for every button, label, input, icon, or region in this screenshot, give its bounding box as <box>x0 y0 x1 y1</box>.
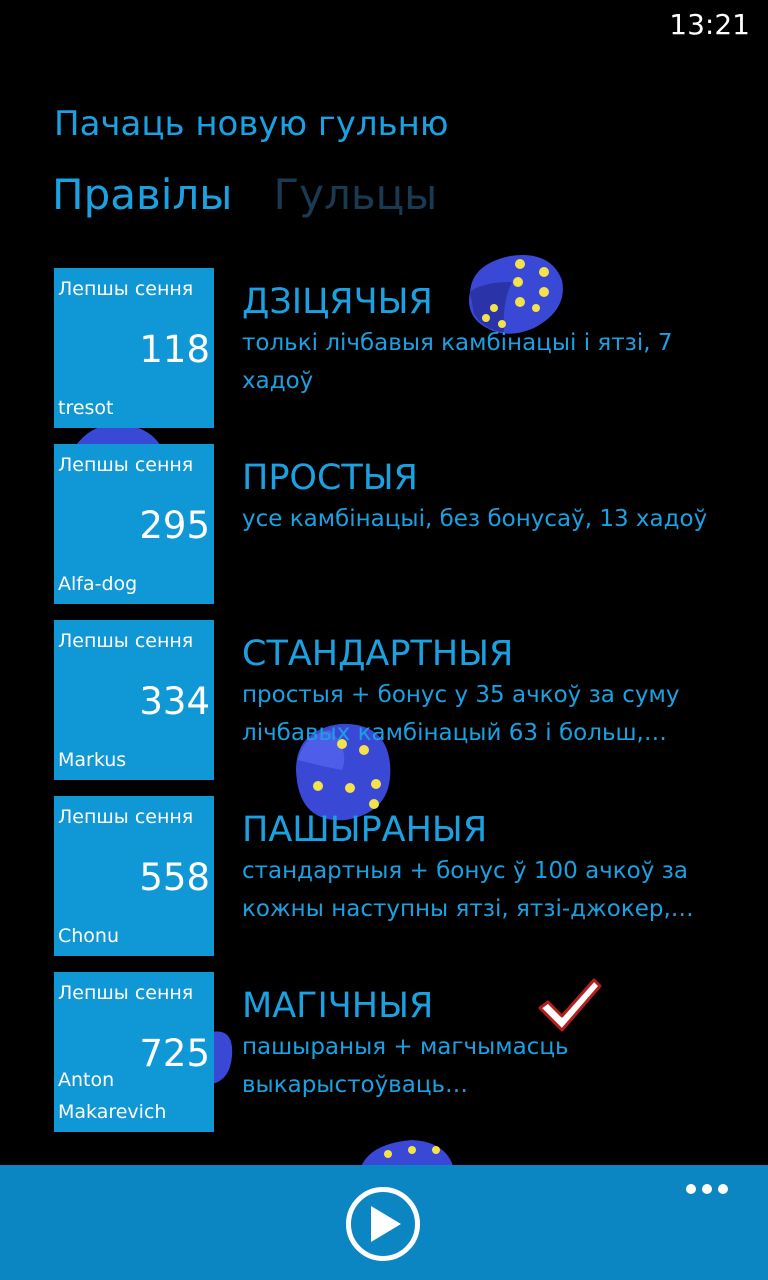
checkmark-icon <box>538 978 602 1032</box>
best-score: 295 <box>139 504 210 547</box>
list-item[interactable]: Лепшы сення 118 tresot ДЗІЦЯЧЫЯ толькі л… <box>54 268 744 444</box>
mode-title: ПАШЫРАНЫЯ <box>242 810 488 850</box>
mode-description: пашыраныя + магчымасць выкарыстоўваць… <box>242 1034 569 1098</box>
mode-title: СТАНДАРТНЫЯ <box>242 634 514 674</box>
best-today-tile: Лепшы сення 295 Alfa-dog <box>54 444 214 604</box>
player-name: tresot <box>58 397 114 419</box>
list-item[interactable]: Лепшы сення 334 Markus СТАНДАРТНЫЯ прост… <box>54 620 744 796</box>
list-item[interactable]: Лепшы сення 558 Chonu ПАШЫРАНЫЯ стандарт… <box>54 796 744 972</box>
more-icon[interactable] <box>686 1179 734 1199</box>
tab-rules[interactable]: Правілы <box>52 170 232 219</box>
play-icon <box>371 1206 401 1242</box>
best-today-label: Лепшы сення <box>58 630 194 652</box>
best-today-label: Лепшы сення <box>58 278 194 300</box>
clock: 13:21 <box>669 8 750 41</box>
page-title: Пачаць новую гульню <box>54 104 449 144</box>
mode-description: стандартныя + бонус ў 100 ачкоў за кожны… <box>242 858 694 922</box>
best-today-label: Лепшы сення <box>58 982 194 1004</box>
best-today-tile: Лепшы сення 118 tresot <box>54 268 214 428</box>
mode-description: усе камбінацыі, без бонусаў, 13 хадоў <box>242 506 708 532</box>
play-button[interactable] <box>346 1187 420 1261</box>
best-today-tile: Лепшы сення 725 Anton Makarevich <box>54 972 214 1132</box>
status-bar: 13:21 <box>0 0 768 50</box>
best-today-label: Лепшы сення <box>58 806 194 828</box>
list-item[interactable]: Лепшы сення 725 Anton Makarevich МАГІЧНЫ… <box>54 972 744 1148</box>
best-today-tile: Лепшы сення 558 Chonu <box>54 796 214 956</box>
mode-description: толькі лічбавыя камбінацыі і ятзі, 7 хад… <box>242 330 673 394</box>
mode-description: простыя + бонус у 35 ачкоў за суму лічба… <box>242 682 680 746</box>
game-modes-list: Лепшы сення 118 tresot ДЗІЦЯЧЫЯ толькі л… <box>54 268 744 1148</box>
tab-players[interactable]: Гульцы <box>274 170 438 219</box>
best-score: 558 <box>139 856 210 899</box>
player-name: Markus <box>58 749 127 771</box>
list-item[interactable]: Лепшы сення 295 Alfa-dog ПРОСТЫЯ усе кам… <box>54 444 744 620</box>
best-today-label: Лепшы сення <box>58 454 194 476</box>
mode-title: ПРОСТЫЯ <box>242 458 418 498</box>
app-bar <box>0 1165 768 1280</box>
pivot-headers: Правілы Гульцы <box>52 170 473 230</box>
player-name: Anton Makarevich <box>58 1069 167 1123</box>
player-name: Alfa-dog <box>58 573 138 595</box>
mode-title: ДЗІЦЯЧЫЯ <box>242 282 433 322</box>
player-name: Chonu <box>58 925 120 947</box>
best-score: 334 <box>139 680 210 723</box>
mode-title: МАГІЧНЫЯ <box>242 986 434 1026</box>
best-today-tile: Лепшы сення 334 Markus <box>54 620 214 780</box>
best-score: 118 <box>139 328 210 371</box>
